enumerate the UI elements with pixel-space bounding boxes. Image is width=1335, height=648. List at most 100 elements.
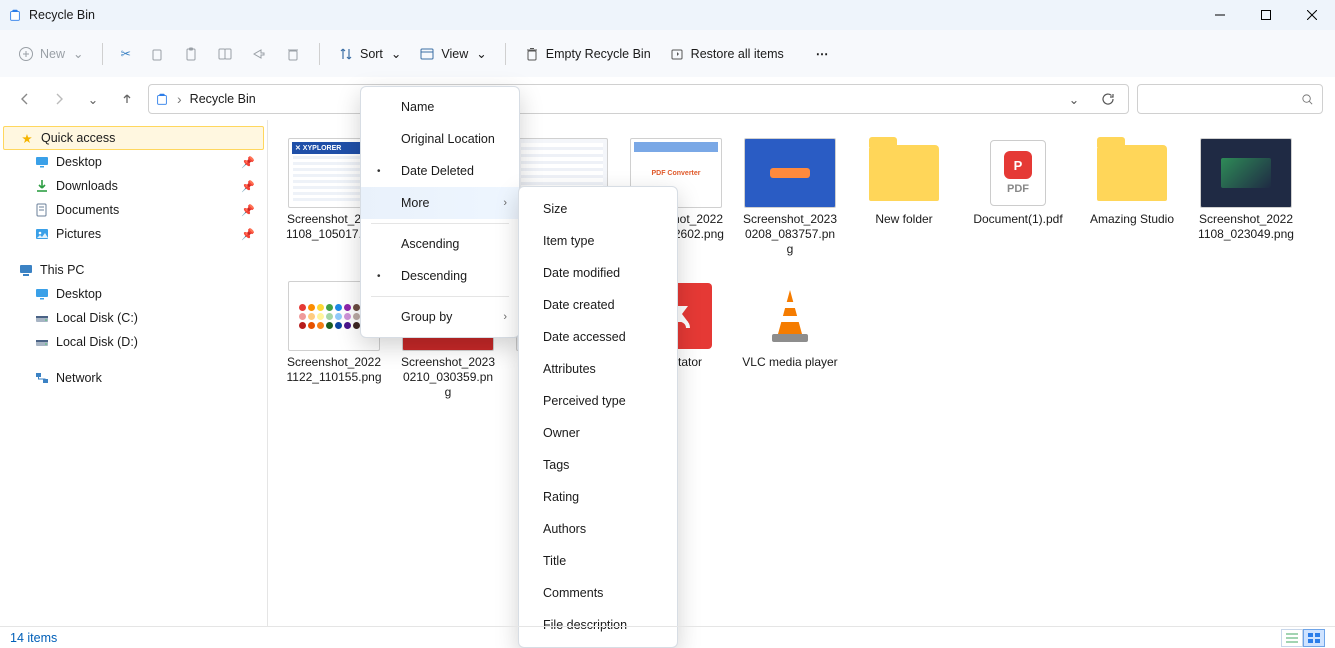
- menu-item[interactable]: Perceived type: [519, 385, 677, 417]
- disk-icon: [34, 334, 50, 350]
- sidebar-item-label: Desktop: [56, 287, 102, 301]
- file-label: VLC media player: [742, 355, 837, 370]
- sidebar-item-network[interactable]: Network: [0, 366, 267, 390]
- sidebar-item[interactable]: Desktop📌: [0, 150, 267, 174]
- file-label: Document(1).pdf: [973, 212, 1062, 227]
- file-item[interactable]: Screenshot_20221108_023049.png: [1198, 138, 1294, 257]
- title-bar: Recycle Bin: [0, 0, 1335, 30]
- file-item[interactable]: New folder: [856, 138, 952, 257]
- menu-item-label: Original Location: [401, 132, 495, 146]
- sort-icon: [338, 46, 354, 62]
- file-item[interactable]: Screenshot_20230208_083757.png: [742, 138, 838, 257]
- search-icon: [1301, 93, 1314, 106]
- breadcrumb-item[interactable]: Recycle Bin: [190, 92, 256, 106]
- empty-label: Empty Recycle Bin: [546, 47, 651, 61]
- sidebar-item-quick-access[interactable]: ★ Quick access: [3, 126, 264, 150]
- back-button[interactable]: [12, 86, 38, 112]
- menu-item[interactable]: Ascending: [361, 228, 519, 260]
- menu-item-label: Ascending: [401, 237, 459, 251]
- paste-button[interactable]: [175, 40, 207, 68]
- delete-button[interactable]: [277, 40, 309, 68]
- share-button[interactable]: [243, 40, 275, 68]
- menu-item[interactable]: Authors: [519, 513, 677, 545]
- recycle-bin-icon: [8, 8, 22, 22]
- file-item[interactable]: Amazing Studio: [1084, 138, 1180, 257]
- document-icon: [34, 202, 50, 218]
- sort-more-submenu: Size Item type Date modified Date createdDa…: [518, 186, 678, 648]
- sidebar-item[interactable]: Local Disk (D:): [0, 330, 267, 354]
- restore-all-button[interactable]: Restore all items: [661, 40, 792, 68]
- sidebar-item[interactable]: Local Disk (C:): [0, 306, 267, 330]
- sidebar-item-this-pc[interactable]: This PC: [0, 258, 267, 282]
- forward-button[interactable]: [46, 86, 72, 112]
- file-label: Screenshot_20221108_023049.png: [1198, 212, 1294, 242]
- menu-item[interactable]: Rating: [519, 481, 677, 513]
- menu-item-label: Title: [543, 554, 566, 568]
- menu-item[interactable]: Tags: [519, 449, 677, 481]
- status-bar: 14 items: [0, 626, 1335, 648]
- minimize-button[interactable]: [1197, 0, 1243, 30]
- address-dropdown-button[interactable]: ⌄: [1060, 92, 1088, 107]
- sidebar-item-label: Local Disk (D:): [56, 335, 138, 349]
- details-view-button[interactable]: [1281, 629, 1303, 647]
- desktop-icon: [34, 286, 50, 302]
- toolbar: New ⌄ ✂ Sort ⌄ View ⌄ Empty Recycle Bin …: [0, 30, 1335, 78]
- menu-item[interactable]: Original Location: [361, 123, 519, 155]
- menu-item[interactable]: Attributes: [519, 353, 677, 385]
- copy-button[interactable]: [141, 40, 173, 68]
- view-icon: [419, 46, 435, 62]
- chevron-down-icon: ⌄: [391, 46, 401, 61]
- breadcrumb-label: Recycle Bin: [190, 92, 256, 106]
- large-icons-view-button[interactable]: [1303, 629, 1325, 647]
- breadcrumb[interactable]: Recycle Bin ⌄: [148, 84, 1129, 114]
- window-title: Recycle Bin: [29, 8, 95, 22]
- sidebar-item[interactable]: Downloads📌: [0, 174, 267, 198]
- menu-item[interactable]: Size: [519, 193, 677, 225]
- menu-item[interactable]: Item type: [519, 225, 677, 257]
- new-button[interactable]: New ⌄: [10, 40, 92, 68]
- menu-item[interactable]: •Date Deleted: [361, 155, 519, 187]
- sort-button[interactable]: Sort ⌄: [330, 40, 409, 68]
- menu-item[interactable]: •Descending: [361, 260, 519, 292]
- recent-locations-button[interactable]: ⌄: [80, 86, 106, 112]
- menu-item-label: More: [401, 196, 429, 210]
- more-button[interactable]: ⋯: [808, 40, 839, 67]
- menu-item[interactable]: More›: [361, 187, 519, 219]
- view-button[interactable]: View ⌄: [411, 40, 494, 68]
- refresh-button[interactable]: [1094, 92, 1122, 106]
- navigation-pane: ★ Quick access Desktop📌Downloads📌Documen…: [0, 120, 268, 626]
- menu-item[interactable]: Owner: [519, 417, 677, 449]
- sidebar-item[interactable]: Documents📌: [0, 198, 267, 222]
- rename-button[interactable]: [209, 40, 241, 68]
- new-label: New: [40, 47, 65, 61]
- maximize-button[interactable]: [1243, 0, 1289, 30]
- bullet-icon: •: [377, 271, 381, 282]
- menu-item[interactable]: Comments: [519, 577, 677, 609]
- pin-icon: 📌: [241, 228, 255, 241]
- bullet-icon: •: [377, 166, 381, 177]
- search-input[interactable]: [1137, 84, 1323, 114]
- file-item[interactable]: VLC media player: [742, 281, 838, 400]
- menu-item[interactable]: Group by›: [361, 301, 519, 333]
- up-button[interactable]: [114, 86, 140, 112]
- menu-item[interactable]: Date accessed: [519, 321, 677, 353]
- rename-icon: [217, 46, 233, 62]
- menu-item[interactable]: Title: [519, 545, 677, 577]
- menu-item-label: Size: [543, 202, 567, 216]
- sidebar-item-label: Local Disk (C:): [56, 311, 138, 325]
- chevron-right-icon: ›: [503, 311, 507, 323]
- sidebar-item[interactable]: Pictures📌: [0, 222, 267, 246]
- chevron-down-icon: ⌄: [476, 46, 486, 61]
- file-label: Screenshot_20221122_110155.png: [286, 355, 382, 385]
- menu-item[interactable]: Date modified: [519, 257, 677, 289]
- menu-item-label: Name: [401, 100, 434, 114]
- menu-item-label: Date modified: [543, 266, 620, 280]
- cut-button[interactable]: ✂: [113, 40, 139, 67]
- empty-recycle-bin-button[interactable]: Empty Recycle Bin: [516, 40, 659, 68]
- close-button[interactable]: [1289, 0, 1335, 30]
- restore-label: Restore all items: [691, 47, 784, 61]
- file-item[interactable]: PPDFDocument(1).pdf: [970, 138, 1066, 257]
- menu-item[interactable]: Name: [361, 91, 519, 123]
- sidebar-item[interactable]: Desktop: [0, 282, 267, 306]
- menu-item[interactable]: Date created: [519, 289, 677, 321]
